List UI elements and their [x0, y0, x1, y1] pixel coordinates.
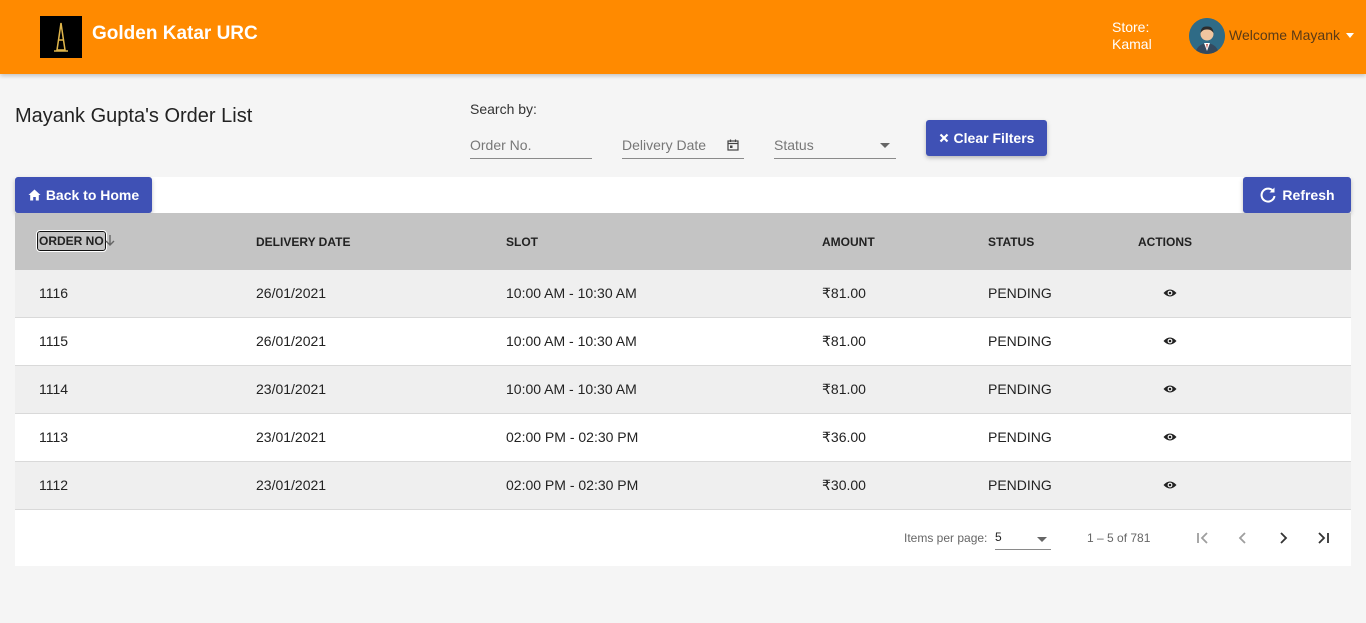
items-per-page-label: Items per page: — [904, 531, 988, 545]
cell-status: PENDING — [988, 333, 1052, 349]
back-to-home-label: Back to Home — [45, 187, 140, 203]
first-page-button[interactable] — [1192, 527, 1214, 549]
calendar-icon[interactable] — [727, 139, 739, 151]
cell-order-no: 1113 — [39, 429, 69, 445]
avatar[interactable] — [1189, 18, 1225, 54]
last-page-icon — [1318, 532, 1329, 544]
cell-delivery-date: 23/01/2021 — [256, 429, 327, 445]
arrow-down-icon[interactable] — [104, 234, 116, 247]
refresh-label: Refresh — [1282, 187, 1335, 203]
store-label: Store: — [1112, 19, 1150, 35]
cell-amount: ₹36.00 — [822, 429, 866, 445]
last-page-button[interactable] — [1312, 527, 1334, 549]
clear-filters-label: Clear Filters — [953, 130, 1035, 146]
table-row[interactable]: 1113 23/01/2021 02:00 PM - 02:30 PM ₹36.… — [15, 414, 1351, 462]
column-header-actions: ACTIONS — [1138, 235, 1192, 249]
search-by-label: Search by: — [470, 101, 537, 117]
page-title: Mayank Gupta's Order List — [15, 105, 253, 127]
cell-amount: ₹81.00 — [822, 381, 866, 397]
cell-order-no: 1115 — [39, 333, 69, 349]
eye-icon[interactable] — [1163, 288, 1177, 298]
cell-delivery-date: 26/01/2021 — [256, 285, 327, 301]
cell-delivery-date: 26/01/2021 — [256, 333, 327, 349]
brand-logo[interactable] — [40, 16, 82, 58]
clear-filters-button[interactable]: Clear Filters — [926, 120, 1047, 156]
status-placeholder: Status — [774, 137, 814, 153]
cell-order-no: 1116 — [39, 285, 69, 301]
back-to-home-button[interactable]: Back to Home — [15, 177, 152, 213]
brand-name: Golden Katar URC — [92, 23, 258, 44]
cell-order-no: 1114 — [39, 381, 69, 397]
cell-status: PENDING — [988, 285, 1052, 301]
items-per-page-value: 5 — [995, 530, 1002, 544]
store-name: Kamal — [1112, 36, 1152, 52]
table-row[interactable]: 1114 23/01/2021 10:00 AM - 10:30 AM ₹81.… — [15, 366, 1351, 414]
column-header-amount[interactable]: AMOUNT — [822, 235, 875, 249]
tower-icon — [54, 22, 68, 52]
cell-delivery-date: 23/01/2021 — [256, 381, 327, 397]
home-icon — [28, 189, 41, 201]
cell-order-no: 1112 — [39, 477, 69, 493]
table-row[interactable]: 1116 26/01/2021 10:00 AM - 10:30 AM ₹81.… — [15, 270, 1351, 318]
first-page-icon — [1197, 532, 1208, 544]
cell-slot: 02:00 PM - 02:30 PM — [506, 477, 639, 493]
cell-amount: ₹81.00 — [822, 285, 866, 301]
user-menu-trigger[interactable]: Welcome Mayank — [1229, 27, 1340, 43]
column-header-order-no[interactable]: ORDER NO — [36, 230, 107, 252]
chevron-down-icon — [880, 143, 890, 148]
eye-icon[interactable] — [1163, 384, 1177, 394]
items-per-page-select[interactable]: 5 — [995, 530, 1051, 550]
chevron-down-icon[interactable] — [1346, 33, 1354, 38]
store-info: Store: Kamal — [1112, 19, 1152, 53]
chevron-right-icon — [1280, 532, 1288, 544]
cell-amount: ₹30.00 — [822, 477, 866, 493]
cell-slot: 10:00 AM - 10:30 AM — [506, 333, 637, 349]
eye-icon[interactable] — [1163, 336, 1177, 346]
column-header-delivery-date[interactable]: DELIVERY DATE — [256, 235, 350, 249]
refresh-icon — [1261, 187, 1276, 203]
cell-amount: ₹81.00 — [822, 333, 866, 349]
delivery-date-placeholder: Delivery Date — [622, 137, 707, 153]
page-range: 1 – 5 of 781 — [1087, 531, 1151, 545]
previous-page-button[interactable] — [1232, 527, 1254, 549]
status-select[interactable]: Status — [774, 136, 896, 159]
cell-slot: 10:00 AM - 10:30 AM — [506, 285, 637, 301]
cell-slot: 10:00 AM - 10:30 AM — [506, 381, 637, 397]
chevron-down-icon — [1037, 537, 1047, 542]
cell-status: PENDING — [988, 381, 1052, 397]
column-header-slot[interactable]: SLOT — [506, 235, 538, 249]
eye-icon[interactable] — [1163, 480, 1177, 490]
eye-icon[interactable] — [1163, 432, 1177, 442]
cell-status: PENDING — [988, 477, 1052, 493]
delivery-date-input[interactable]: Delivery Date — [622, 136, 744, 159]
table-header: ORDER NO DELIVERY DATE SLOT AMOUNT STATU… — [15, 213, 1351, 270]
close-icon — [939, 133, 948, 143]
cell-slot: 02:00 PM - 02:30 PM — [506, 429, 639, 445]
chevron-left-icon — [1238, 532, 1246, 544]
order-no-placeholder: Order No. — [470, 137, 532, 153]
table-row[interactable]: 1115 26/01/2021 10:00 AM - 10:30 AM ₹81.… — [15, 318, 1351, 366]
paginator: Items per page: 5 1 – 5 of 781 — [15, 510, 1351, 566]
refresh-button[interactable]: Refresh — [1243, 177, 1351, 213]
order-no-input[interactable]: Order No. — [470, 136, 592, 159]
column-header-status[interactable]: STATUS — [988, 235, 1034, 249]
cell-status: PENDING — [988, 429, 1052, 445]
user-avatar-icon — [1189, 18, 1225, 54]
next-page-button[interactable] — [1272, 527, 1294, 549]
app-header: Golden Katar URC Store: Kamal Welcome Ma… — [0, 0, 1366, 74]
cell-delivery-date: 23/01/2021 — [256, 477, 327, 493]
table-row[interactable]: 1112 23/01/2021 02:00 PM - 02:30 PM ₹30.… — [15, 462, 1351, 510]
